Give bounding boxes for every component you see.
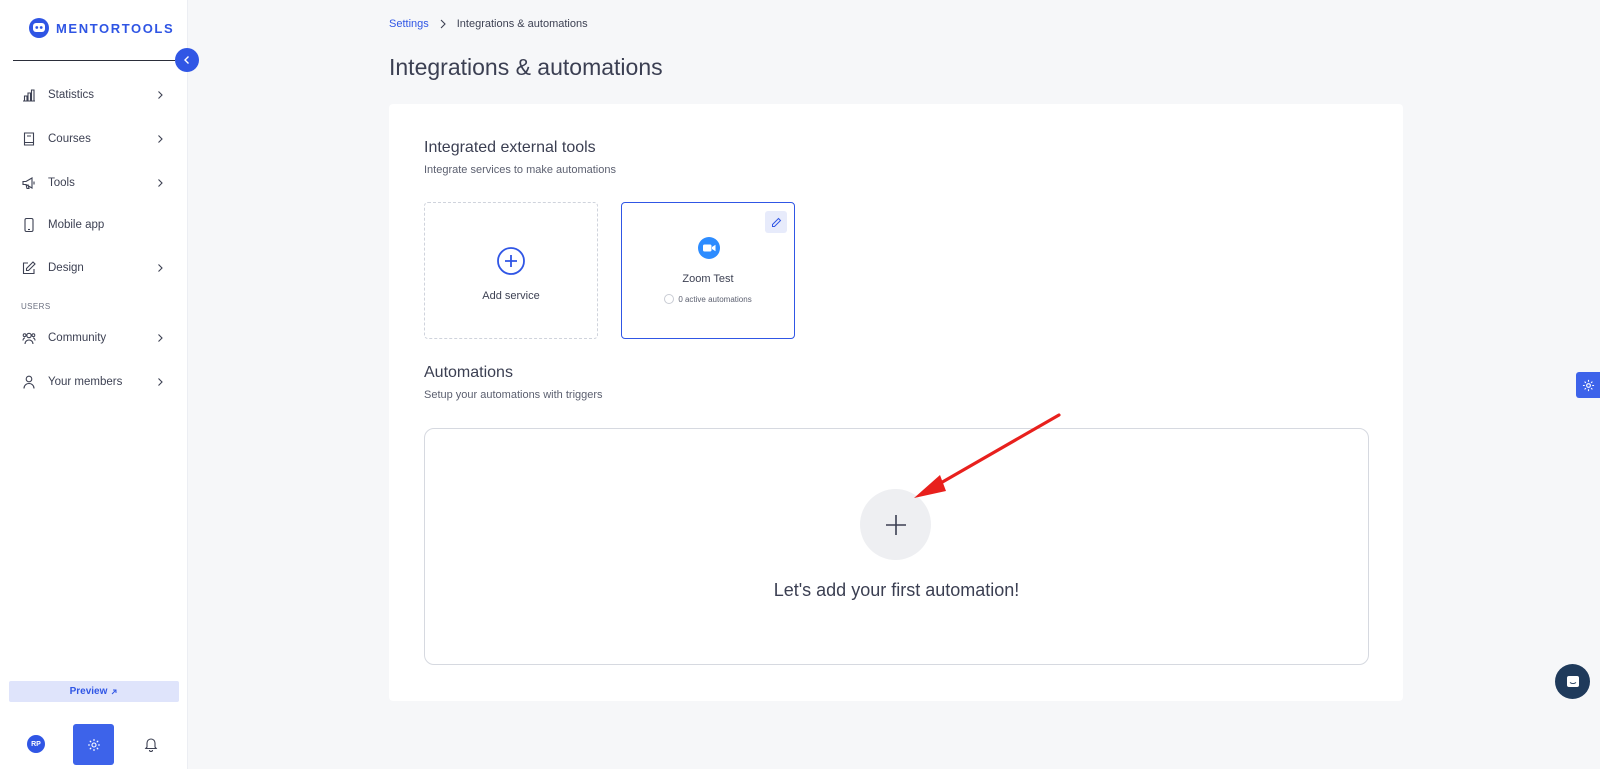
- integrations-subtitle: Integrate services to make automations: [424, 164, 616, 176]
- service-status: 0 active automations: [622, 294, 794, 304]
- sidebar-item-label: Mobile app: [48, 219, 105, 231]
- service-card-zoom[interactable]: Zoom Test 0 active automations: [621, 202, 795, 339]
- sidebar-divider: [13, 60, 175, 61]
- automations-title: Automations: [424, 364, 513, 381]
- book-icon: [23, 132, 35, 146]
- add-service-label: Add service: [482, 290, 540, 302]
- sidebar-item-label: Courses: [48, 133, 91, 145]
- settings-button[interactable]: [73, 724, 114, 765]
- bar-chart-icon: [23, 89, 35, 102]
- bell-icon[interactable]: [143, 736, 159, 752]
- sidebar-item-tools[interactable]: Tools: [0, 165, 186, 201]
- sidebar-item-statistics[interactable]: Statistics: [0, 77, 186, 113]
- zoom-camera-icon: [698, 237, 720, 259]
- chevron-left-icon: [184, 56, 189, 64]
- sidebar-item-design[interactable]: Design: [0, 250, 186, 286]
- breadcrumb-current: Integrations & automations: [456, 18, 588, 30]
- plus-icon: [885, 514, 906, 535]
- preview-label: Preview: [69, 686, 108, 697]
- phone-icon: [24, 217, 34, 233]
- chevron-right-icon: [158, 334, 163, 342]
- sidebar-item-community[interactable]: Community: [0, 320, 186, 356]
- empty-state-text: Let's add your first automation!: [773, 580, 1020, 600]
- logo-robot-icon: [29, 18, 49, 38]
- pencil-square-icon: [22, 261, 36, 275]
- sidebar-item-label: Your members: [48, 376, 123, 388]
- sidebar-item-mobile-app[interactable]: Mobile app: [0, 207, 186, 243]
- gear-icon: [1582, 379, 1594, 391]
- sidebar-item-courses[interactable]: Courses: [0, 121, 186, 157]
- automations-subtitle: Setup your automations with triggers: [424, 389, 603, 401]
- chevron-right-icon: [158, 264, 163, 272]
- status-dot-icon: [664, 294, 675, 304]
- page-title: Integrations & automations: [389, 54, 663, 80]
- plus-circle-icon: [497, 247, 525, 275]
- sidebar-item-label: Tools: [48, 177, 75, 189]
- floating-settings-button[interactable]: [1576, 372, 1600, 398]
- user-icon: [23, 375, 35, 389]
- gear-icon: [87, 738, 100, 751]
- chevron-right-icon: [158, 179, 163, 187]
- add-service-card[interactable]: Add service: [424, 202, 598, 339]
- sidebar-item-label: Design: [48, 262, 84, 274]
- sidebar-item-your-members[interactable]: Your members: [0, 364, 186, 400]
- preview-button[interactable]: Preview: [9, 681, 179, 702]
- chevron-right-icon: [158, 91, 163, 99]
- brand-name: MENTORTOOLS: [56, 20, 175, 36]
- edit-service-button[interactable]: [765, 211, 787, 233]
- chevron-right-icon: [440, 19, 446, 29]
- external-link-icon: [112, 689, 117, 694]
- avatar[interactable]: RP: [27, 735, 45, 753]
- collapse-sidebar-button[interactable]: [175, 48, 199, 72]
- service-status-text: 0 active automations: [678, 294, 752, 304]
- integrations-title: Integrated external tools: [424, 139, 596, 156]
- section-label-users: USERS: [21, 302, 51, 311]
- add-automation-button[interactable]: [860, 489, 931, 560]
- users-icon: [22, 332, 36, 345]
- pencil-icon: [771, 217, 781, 227]
- sidebar-item-label: Community: [48, 332, 107, 344]
- sidebar-item-label: Statistics: [48, 89, 95, 101]
- breadcrumb: Settings Integrations & automations: [389, 18, 588, 30]
- chat-launcher-button[interactable]: [1555, 664, 1590, 699]
- chevron-right-icon: [158, 135, 163, 143]
- chevron-right-icon: [158, 378, 163, 386]
- breadcrumb-settings-link[interactable]: Settings: [389, 18, 429, 30]
- sidebar: MENTORTOOLS Statistics Courses Tools Mob…: [0, 0, 188, 769]
- chat-icon: [1566, 675, 1579, 687]
- logo[interactable]: MENTORTOOLS: [28, 17, 174, 39]
- megaphone-icon: [22, 177, 35, 190]
- service-name: Zoom Test: [682, 273, 734, 285]
